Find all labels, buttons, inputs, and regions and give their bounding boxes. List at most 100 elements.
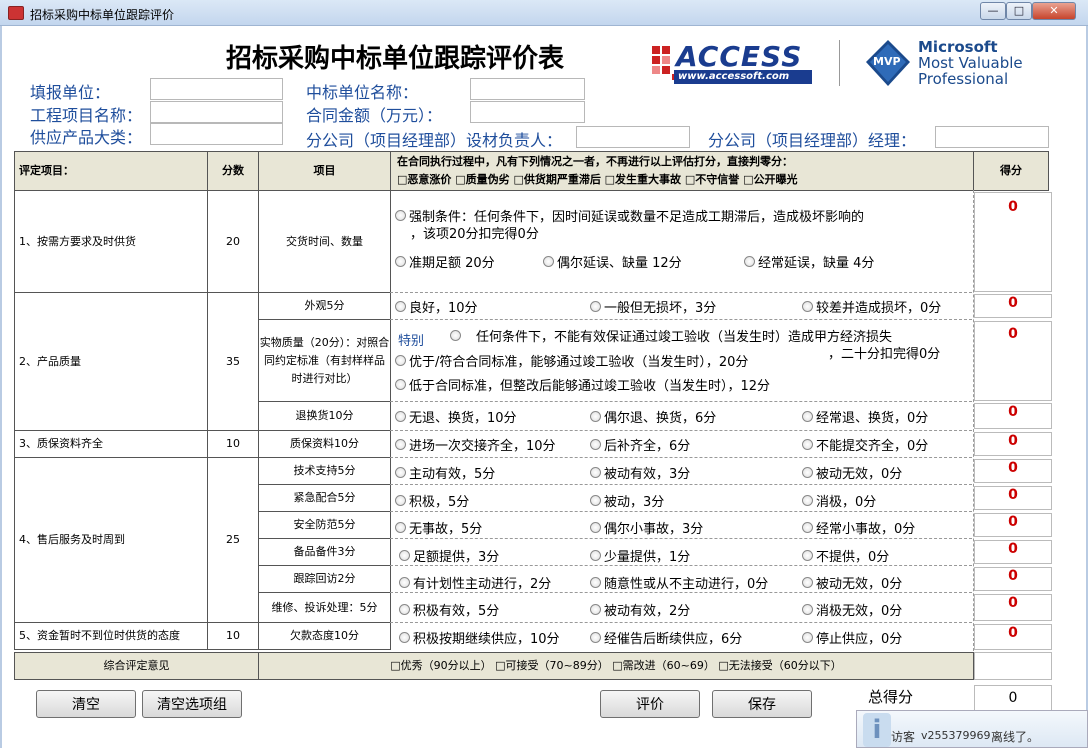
radio-icon[interactable] bbox=[802, 467, 813, 478]
score-quality[interactable]: 0 bbox=[974, 321, 1052, 401]
option-appearance-good[interactable]: 良好，10分 bbox=[395, 297, 478, 316]
option-appearance-poor[interactable]: 较差并造成损坏，0分 bbox=[802, 297, 941, 316]
branch-manager-field[interactable] bbox=[935, 126, 1049, 148]
option-quality-special[interactable]: 任何条件下，不能有效保证通过竣工验收（当发生时）造成甲方经济损失 bbox=[450, 326, 892, 345]
close-button[interactable]: ✕ bbox=[1032, 2, 1076, 20]
radio-icon[interactable] bbox=[802, 577, 813, 588]
option-safety-occasional[interactable]: 偶尔小事故，3分 bbox=[590, 518, 703, 537]
option-emergency-negative[interactable]: 消极，0分 bbox=[802, 491, 876, 510]
radio-icon[interactable] bbox=[802, 495, 813, 506]
radio-icon[interactable] bbox=[744, 256, 755, 267]
option-followup-ineffective[interactable]: 被动无效，0分 bbox=[802, 573, 902, 592]
option-delivery-on-time[interactable]: 准期足额 20分 bbox=[395, 252, 495, 271]
radio-icon[interactable] bbox=[399, 632, 410, 643]
radio-icon[interactable] bbox=[590, 577, 601, 588]
radio-icon[interactable] bbox=[395, 379, 406, 390]
radio-icon[interactable] bbox=[399, 604, 410, 615]
option-maint-negative[interactable]: 消极无效，0分 bbox=[802, 600, 902, 619]
score-documents[interactable]: 0 bbox=[974, 432, 1052, 456]
score-payment[interactable]: 0 bbox=[974, 624, 1052, 650]
radio-icon[interactable] bbox=[543, 256, 554, 267]
score-emergency[interactable]: 0 bbox=[974, 486, 1052, 510]
radio-icon[interactable] bbox=[395, 439, 406, 450]
evaluate-button[interactable]: 评价 bbox=[600, 690, 700, 718]
radio-icon[interactable] bbox=[395, 210, 406, 221]
radio-icon[interactable] bbox=[802, 439, 813, 450]
radio-icon[interactable] bbox=[395, 355, 406, 366]
option-docs-complete[interactable]: 进场一次交接齐全，10分 bbox=[395, 435, 556, 454]
winner-field[interactable] bbox=[470, 78, 585, 100]
branch-material-field[interactable] bbox=[576, 126, 690, 148]
option-docs-later[interactable]: 后补齐全，6分 bbox=[590, 435, 690, 454]
radio-icon[interactable] bbox=[590, 632, 601, 643]
radio-icon[interactable] bbox=[590, 522, 601, 533]
score-follow-up[interactable]: 0 bbox=[974, 567, 1052, 591]
radio-icon[interactable] bbox=[399, 577, 410, 588]
score-appearance[interactable]: 0 bbox=[974, 294, 1052, 318]
option-tech-active[interactable]: 主动有效，5分 bbox=[395, 463, 495, 482]
radio-icon[interactable] bbox=[395, 495, 406, 506]
option-emergency-passive[interactable]: 被动，3分 bbox=[590, 491, 664, 510]
radio-icon[interactable] bbox=[395, 467, 406, 478]
option-tech-passive[interactable]: 被动有效，3分 bbox=[590, 463, 690, 482]
option-spare-full[interactable]: 足额提供，3分 bbox=[399, 546, 499, 565]
radio-icon[interactable] bbox=[590, 495, 601, 506]
option-maint-passive[interactable]: 被动有效，2分 bbox=[590, 600, 690, 619]
summary-field[interactable] bbox=[974, 652, 1052, 680]
save-button[interactable]: 保存 bbox=[712, 690, 812, 718]
radio-icon[interactable] bbox=[802, 411, 813, 422]
option-payment-continue[interactable]: 积极按期继续供应，10分 bbox=[399, 628, 560, 647]
option-maint-active[interactable]: 积极有效，5分 bbox=[399, 600, 499, 619]
option-followup-random[interactable]: 随意性或从不主动进行，0分 bbox=[590, 573, 768, 592]
minimize-button[interactable]: — bbox=[980, 2, 1006, 20]
radio-icon[interactable] bbox=[395, 411, 406, 422]
radio-icon[interactable] bbox=[399, 550, 410, 561]
summary-options[interactable]: □优秀（90分以上） □可接受（70~89分） □需改进（60~69） □无法接… bbox=[258, 652, 974, 680]
score-spare-parts[interactable]: 0 bbox=[974, 540, 1052, 564]
radio-icon[interactable] bbox=[395, 256, 406, 267]
option-safety-none[interactable]: 无事故，5分 bbox=[395, 518, 482, 537]
option-followup-planned[interactable]: 有计划性主动进行，2分 bbox=[399, 573, 551, 592]
score-maintenance[interactable]: 0 bbox=[974, 594, 1052, 621]
option-delivery-occasional[interactable]: 偶尔延误、缺量 12分 bbox=[543, 252, 682, 271]
clear-group-button[interactable]: 清空选项组 bbox=[142, 690, 242, 718]
option-quality-meets[interactable]: 优于/符合合同标准，能够通过竣工验收（当发生时），20分 bbox=[395, 351, 748, 370]
score-returns[interactable]: 0 bbox=[974, 403, 1052, 429]
option-payment-intermittent[interactable]: 经催告后断续供应，6分 bbox=[590, 628, 742, 647]
radio-icon[interactable] bbox=[395, 301, 406, 312]
radio-icon[interactable] bbox=[802, 604, 813, 615]
option-payment-stop[interactable]: 停止供应，0分 bbox=[802, 628, 902, 647]
score-safety[interactable]: 0 bbox=[974, 513, 1052, 537]
option-tech-ineffective[interactable]: 被动无效，0分 bbox=[802, 463, 902, 482]
score-tech-support[interactable]: 0 bbox=[974, 459, 1052, 483]
radio-icon[interactable] bbox=[802, 550, 813, 561]
unit-field[interactable] bbox=[150, 78, 283, 100]
option-spare-partial[interactable]: 少量提供，1分 bbox=[590, 546, 690, 565]
radio-icon[interactable] bbox=[450, 330, 461, 341]
option-returns-frequent[interactable]: 经常退、换货，0分 bbox=[802, 407, 928, 426]
clear-button[interactable]: 清空 bbox=[36, 690, 136, 718]
radio-icon[interactable] bbox=[802, 632, 813, 643]
radio-icon[interactable] bbox=[590, 411, 601, 422]
radio-icon[interactable] bbox=[590, 439, 601, 450]
option-emergency-active[interactable]: 积极，5分 bbox=[395, 491, 469, 510]
maximize-button[interactable]: □ bbox=[1006, 2, 1032, 20]
category-field[interactable] bbox=[150, 123, 283, 145]
option-safety-frequent[interactable]: 经常小事故，0分 bbox=[802, 518, 915, 537]
option-spare-none[interactable]: 不提供，0分 bbox=[802, 546, 889, 565]
radio-icon[interactable] bbox=[802, 522, 813, 533]
project-field[interactable] bbox=[150, 101, 283, 123]
radio-icon[interactable] bbox=[590, 550, 601, 561]
radio-icon[interactable] bbox=[802, 301, 813, 312]
radio-icon[interactable] bbox=[590, 604, 601, 615]
option-appearance-fair[interactable]: 一般但无损坏，3分 bbox=[590, 297, 716, 316]
option-docs-none[interactable]: 不能提交齐全，0分 bbox=[802, 435, 928, 454]
score-delivery[interactable]: 0 bbox=[974, 192, 1052, 292]
radio-icon[interactable] bbox=[590, 467, 601, 478]
radio-icon[interactable] bbox=[395, 522, 406, 533]
radio-icon[interactable] bbox=[590, 301, 601, 312]
option-returns-none[interactable]: 无退、换货，10分 bbox=[395, 407, 517, 426]
amount-field[interactable] bbox=[470, 101, 585, 123]
option-returns-occasional[interactable]: 偶尔退、换货，6分 bbox=[590, 407, 716, 426]
option-delivery-frequent[interactable]: 经常延误，缺量 4分 bbox=[744, 252, 874, 271]
